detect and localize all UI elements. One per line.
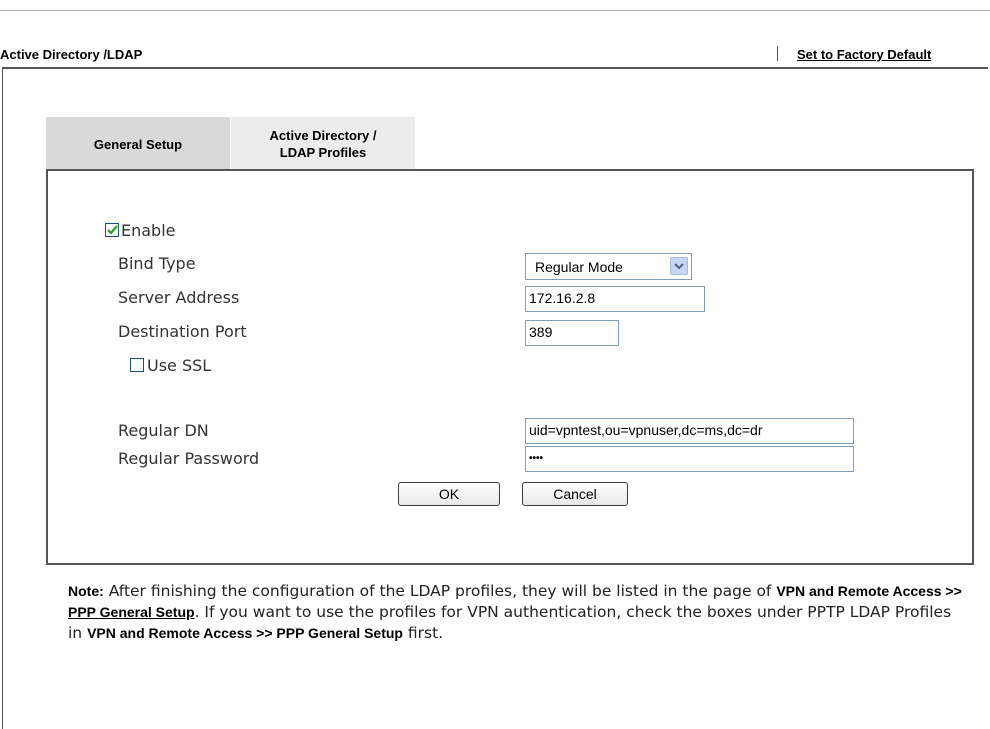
bind-type-label: Bind Type	[118, 254, 196, 273]
regular-dn-input[interactable]: uid=vpntest,ou=vpnuser,dc=ms,dc=dr	[525, 418, 854, 444]
tab-ldap-profiles[interactable]: Active Directory / LDAP Profiles	[231, 117, 415, 169]
header-separator	[777, 46, 778, 61]
use-ssl-checkbox[interactable]	[130, 358, 144, 372]
note-prefix: Note:	[68, 583, 104, 599]
checkmark-icon	[107, 225, 118, 235]
ppp-general-setup-link[interactable]: PPP General Setup	[68, 604, 195, 620]
regular-password-input[interactable]: ••••	[525, 446, 854, 472]
regular-dn-label: Regular DN	[118, 421, 209, 440]
ok-button[interactable]: OK	[398, 482, 500, 506]
bind-type-select[interactable]: Regular Mode	[525, 253, 692, 280]
use-ssl-label: Use SSL	[147, 356, 212, 375]
server-address-input[interactable]: 172.16.2.8	[525, 286, 705, 312]
note-bold-2: VPN and Remote Access >> PPP General Set…	[87, 625, 403, 641]
top-divider	[0, 10, 990, 11]
destination-port-input[interactable]: 389	[525, 320, 619, 346]
tab-ldap-line1: Active Directory /	[269, 128, 377, 143]
tab-ldap-line2: LDAP Profiles	[279, 145, 367, 160]
regular-password-label: Regular Password	[118, 449, 260, 468]
enable-checkbox[interactable]	[105, 223, 119, 237]
note-text: Note: After finishing the configuration …	[68, 581, 968, 644]
enable-label: Enable	[121, 221, 176, 240]
tab-general-setup-label: General Setup	[93, 137, 183, 152]
chevron-down-icon[interactable]	[670, 257, 688, 275]
cancel-button[interactable]: Cancel	[522, 482, 628, 506]
note-link-prefix: VPN and Remote Access >>	[776, 583, 962, 599]
destination-port-label: Destination Port	[118, 322, 247, 341]
note-text-1: After finishing the configuration of the…	[103, 582, 777, 600]
note-text-3: first.	[402, 624, 444, 642]
tab-general-setup[interactable]: General Setup	[46, 117, 230, 169]
server-address-label: Server Address	[118, 288, 240, 307]
tab-ldap-profiles-label: Active Directory / LDAP Profiles	[270, 127, 377, 161]
set-factory-default-link[interactable]: Set to Factory Default	[797, 47, 931, 62]
bind-type-value: Regular Mode	[535, 259, 623, 275]
page-title: Active Directory /LDAP	[0, 47, 143, 62]
